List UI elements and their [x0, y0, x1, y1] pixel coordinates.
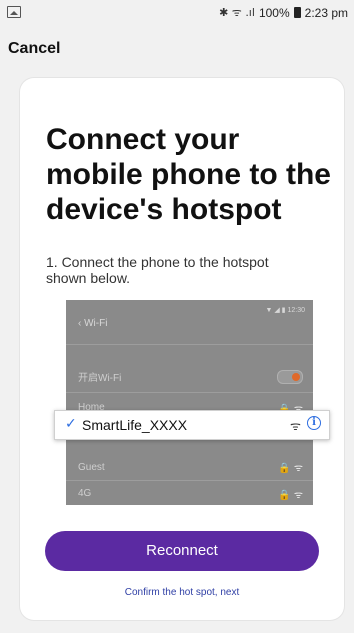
step-instruction: 1. Connect the phone to the hotspot show… — [46, 254, 269, 286]
wifi-icon: ᯤ — [290, 419, 301, 433]
confirm-hotspot-link[interactable]: Confirm the hot spot, next — [20, 587, 344, 598]
wifi-settings-illustration: ▼ ◢ ▮ 12:30 ‹ Wi-Fi 开启Wi-Fi Home 🔒 ᯤ Gue… — [54, 300, 330, 505]
battery-percent: 100% — [258, 5, 290, 20]
network-4g: 4G — [78, 488, 92, 499]
hotspot-ssid: SmartLife_XXXX — [82, 417, 188, 433]
illustration-status: ▼ ◢ ▮ 12:30 — [265, 307, 305, 314]
cancel-button[interactable]: Cancel — [8, 40, 60, 58]
selected-network: ✓ SmartLife_XXXX ᯤ i — [54, 410, 330, 440]
lock-wifi-icon: 🔒 ᯤ — [278, 463, 303, 474]
toggle-knob — [292, 373, 300, 381]
battery-icon — [293, 7, 301, 18]
info-icon: i — [307, 416, 321, 430]
check-icon: ✓ — [65, 416, 77, 432]
status-bar: ✱ ᯤ .ıl 100% 2:23 pm — [0, 0, 354, 28]
illustration-title-text: Wi-Fi — [84, 318, 108, 329]
hotspot-card: Connect your mobile phone to the device'… — [20, 78, 344, 620]
status-indicators: ✱ ᯤ .ıl 100% 2:23 pm — [219, 5, 348, 20]
illustration-title: ‹ Wi-Fi — [78, 318, 108, 329]
signal-icons: ✱ ᯤ .ıl — [219, 6, 255, 19]
gallery-icon — [7, 6, 21, 18]
divider — [66, 344, 313, 345]
network-guest: Guest — [78, 462, 105, 473]
divider — [66, 392, 313, 393]
illustration-time: 12:30 — [287, 307, 305, 314]
clock: 2:23 pm — [304, 5, 348, 20]
divider — [66, 480, 313, 481]
wifi-toggle-label: 开启Wi-Fi — [78, 373, 122, 384]
page-title: Connect your mobile phone to the device'… — [46, 123, 331, 226]
wifi-toggle — [277, 370, 303, 384]
reconnect-button[interactable]: Reconnect — [45, 531, 319, 571]
lock-wifi-icon: 🔒 ᯤ — [278, 490, 303, 501]
